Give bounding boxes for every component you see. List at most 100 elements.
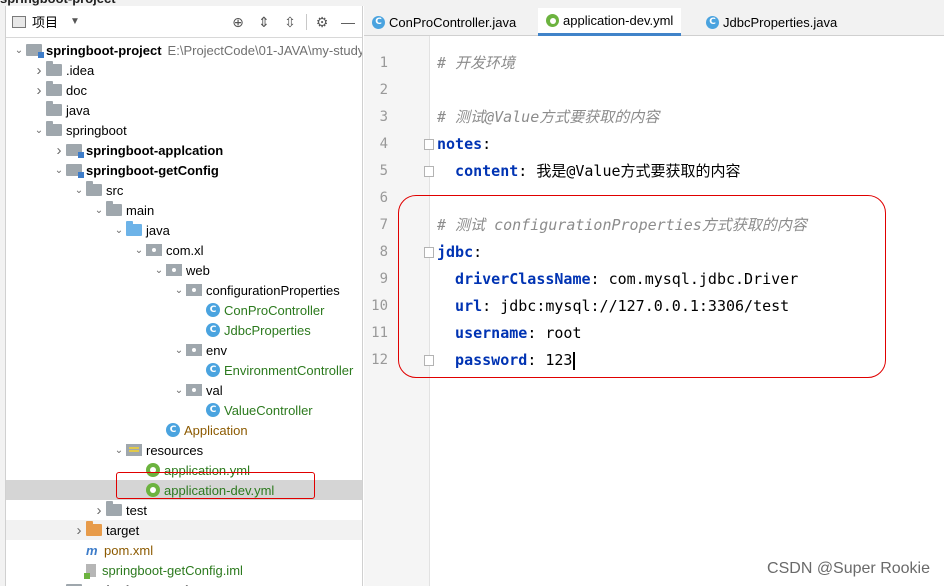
code-line[interactable]: # 测试@Value方式要获取的内容 [437,104,659,131]
tree-item[interactable]: ⌄ configurationProperties [6,280,362,300]
tree-item[interactable]: C EnvironmentController [6,360,362,380]
class-icon: C [706,15,719,29]
fold-marker-icon[interactable] [424,166,434,177]
tree-item[interactable]: java [6,100,362,120]
chevron-down-icon[interactable]: ⌄ [172,345,186,356]
tree-item[interactable]: C JdbcProperties [6,320,362,340]
chevron-down-icon[interactable]: ⌄ [72,185,86,196]
chevron-down-icon[interactable]: ⌄ [112,225,126,236]
editor-tab-label: application-dev.yml [563,13,674,28]
editor-tab-bar: C ConProController.java application-dev.ym… [364,6,944,36]
line-number: 12 [371,352,388,368]
tree-item[interactable]: springboot-getConfig.iml [6,560,362,580]
project-view-title: 项目 [32,15,59,30]
tree-item-label: springboot-getConfig.iml [102,562,243,578]
tree-item[interactable]: ⌄ springboot [6,120,362,140]
folder-icon [106,201,122,216]
project-view-selector[interactable]: 项目 ▼ [12,12,80,31]
excluded-folder-icon [86,521,102,536]
maven-icon: m [86,542,98,558]
class-icon: C [372,15,385,29]
line-number: 8 [379,244,388,260]
tree-item[interactable]: › springboot-applcation [6,140,362,160]
tree-item-label: configurationProperties [206,282,340,298]
tree-item-label: springboot-project [46,42,162,58]
editor-tab-label: JdbcProperties.java [723,14,838,30]
code-line[interactable]: notes: [437,131,491,158]
chevron-down-icon[interactable]: ⌄ [52,165,66,176]
class-icon: C [206,363,220,377]
tree-item-label: java [146,222,170,238]
tree-item[interactable]: › test [6,500,362,520]
chevron-down-icon[interactable]: ⌄ [152,265,166,276]
chevron-down-icon[interactable]: ⌄ [132,245,146,256]
tree-item[interactable]: ⌄ src [6,180,362,200]
code-line[interactable]: # 开发环境 [437,50,515,77]
tree-item[interactable]: › .idea [6,60,362,80]
package-icon [186,344,202,356]
highlight-ellipse [398,195,886,378]
line-number: 1 [379,55,388,71]
hide-panel-icon[interactable]: — [340,14,356,30]
tree-item[interactable]: ⌄ env [6,340,362,360]
code-line[interactable]: content: 我是@Value方式要获取的内容 [437,158,741,185]
chevron-right-icon[interactable]: › [52,142,66,159]
tree-item[interactable]: C ConProController [6,300,362,320]
project-panel: 项目 ▼ ⊕ ⇕ ⇳ ⚙ — ⌄ springboot-project E:\Pro… [6,6,363,586]
source-folder-icon [126,221,142,236]
chevron-right-icon[interactable]: › [52,582,66,586]
tree-item[interactable]: › target [6,520,362,540]
yaml-value: : [482,135,492,153]
resources-folder-icon [126,444,142,456]
chevron-down-icon[interactable]: ⌄ [112,445,126,456]
highlight-box [116,472,315,499]
chevron-down-icon[interactable]: ⌄ [172,285,186,296]
locate-file-icon[interactable]: ⊕ [230,14,246,30]
chevron-down-icon[interactable]: ⌄ [32,125,46,136]
tree-item-label: ValueController [224,402,313,418]
fold-marker-icon[interactable] [424,139,434,150]
tree-item[interactable]: C Application [6,420,362,440]
expand-all-icon[interactable]: ⇕ [256,14,272,30]
editor-tab[interactable]: C ConProController.java [364,8,524,36]
chevron-right-icon[interactable]: › [32,62,46,79]
tree-item-label: web [186,262,210,278]
gear-icon[interactable]: ⚙ [314,14,330,30]
chevron-down-icon: ▼ [70,16,80,27]
line-number: 4 [379,136,388,152]
tree-item[interactable]: ⌄ resources [6,440,362,460]
tree-item[interactable]: › springboot-version01 [6,580,362,586]
chevron-down-icon[interactable]: ⌄ [92,205,106,216]
tree-item[interactable]: ⌄ web [6,260,362,280]
tree-item-label: doc [66,82,87,98]
tree-item[interactable]: ⌄ java [6,220,362,240]
yaml-value: : 我是@Value方式要获取的内容 [518,162,741,180]
chevron-down-icon[interactable]: ⌄ [12,45,26,56]
editor-tab[interactable]: application-dev.yml [538,8,682,36]
spring-boot-class-icon: C [166,423,180,437]
tree-item[interactable]: ⌄ val [6,380,362,400]
chevron-down-icon[interactable]: ⌄ [172,385,186,396]
collapse-all-icon[interactable]: ⇳ [282,14,298,30]
tree-item[interactable]: ⌄ springboot-getConfig [6,160,362,180]
yaml-comment: # 测试@Value方式要获取的内容 [437,108,660,126]
tree-item-label: springboot-applcation [86,142,224,158]
tree-item-label: springboot-version01 [86,583,219,586]
chevron-right-icon[interactable]: › [92,502,106,519]
tree-item[interactable]: C ValueController [6,400,362,420]
tree-item[interactable]: ⌄ main [6,200,362,220]
tree-item-label: .idea [66,62,95,78]
chevron-right-icon[interactable]: › [72,522,86,539]
tree-item[interactable]: ⌄ springboot-project E:\ProjectCode\01-JAV… [6,40,362,60]
tree-item[interactable]: › doc [6,80,362,100]
watermark: CSDN @Super Rookie [767,560,930,577]
class-icon: C [206,303,220,317]
tree-item-label: com.xl [166,242,204,258]
spring-icon [546,14,559,27]
tree-item[interactable]: m pom.xml [6,540,362,560]
tree-item[interactable]: ⌄ com.xl [6,240,362,260]
chevron-right-icon[interactable]: › [32,82,46,99]
editor-tab[interactable]: C JdbcProperties.java [698,8,845,36]
tree-item-label: env [206,342,227,358]
line-number: 11 [371,325,388,341]
